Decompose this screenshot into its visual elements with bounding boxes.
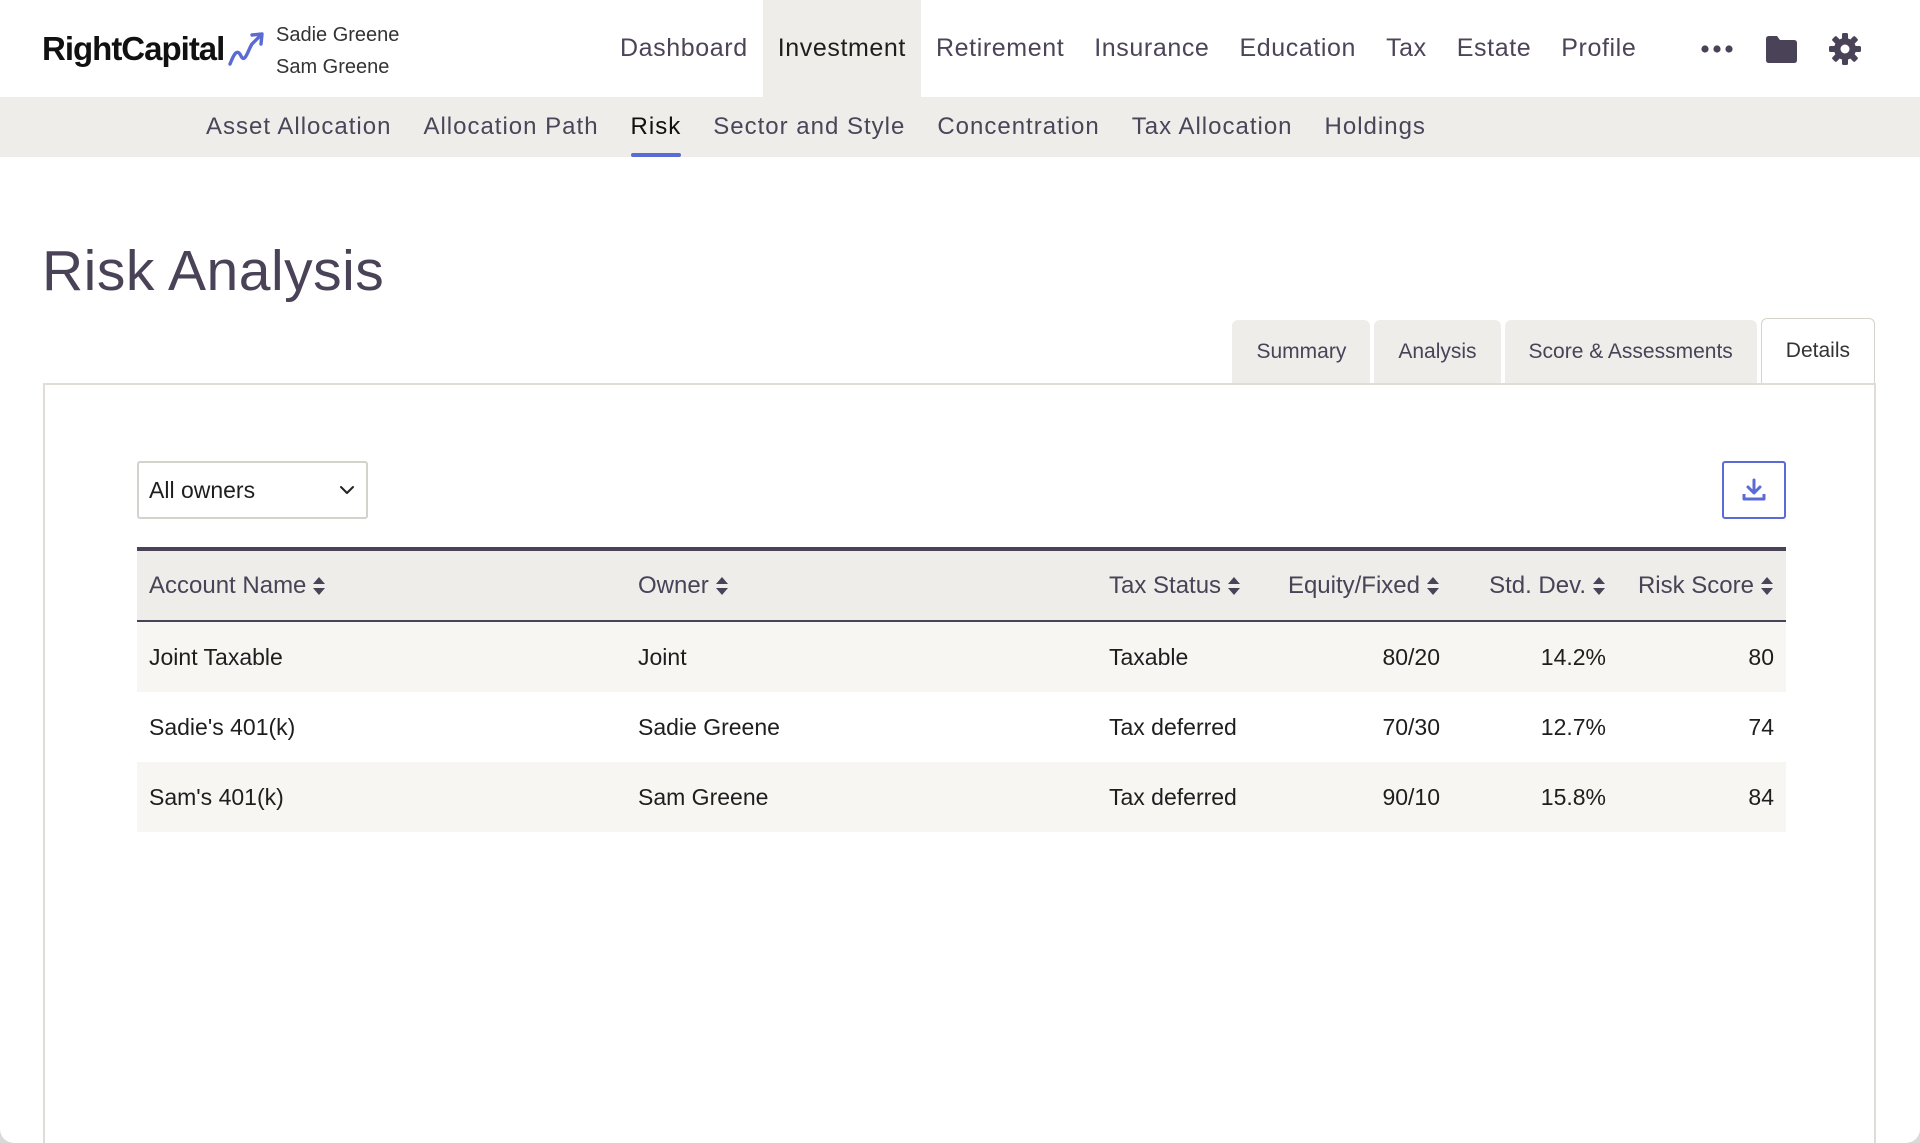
nav-profile[interactable]: Profile [1546,0,1651,97]
gear-icon[interactable] [1828,32,1862,66]
cell-std-dev: 15.8% [1540,783,1606,810]
cell-account-name: Joint Taxable [149,643,283,670]
table-row[interactable]: Sadie's 401(k) Sadie Greene Tax deferred… [137,692,1786,762]
column-label: Tax Status [1109,571,1222,599]
subnav-risk[interactable]: Risk [615,97,698,157]
logo-text: RightCapital [42,30,225,67]
column-label: Account Name [149,571,307,599]
cell-tax-status: Taxable [1109,643,1189,670]
table-row[interactable]: Sam's 401(k) Sam Greene Tax deferred 90/… [137,762,1786,832]
cell-std-dev: 12.7% [1540,713,1606,740]
client-name: Sadie Greene [276,24,400,46]
download-icon [1742,478,1766,501]
sort-icon [1760,576,1774,596]
column-header-risk-score[interactable]: Risk Score [1638,572,1774,600]
cell-risk-score: 80 [1748,643,1774,670]
sort-icon [715,576,729,596]
tab-summary[interactable]: Summary [1232,320,1371,384]
cell-risk-score: 74 [1748,713,1774,740]
nav-dashboard[interactable]: Dashboard [605,0,763,97]
cell-equity-fixed: 80/20 [1382,643,1440,670]
column-header-std-dev[interactable]: Std. Dev. [1489,572,1606,600]
subnav-asset-allocation[interactable]: Asset Allocation [190,97,407,157]
subnav-tax-allocation[interactable]: Tax Allocation [1116,97,1309,157]
main-nav: Dashboard Investment Retirement Insuranc… [605,0,1651,97]
sub-nav: Asset Allocation Allocation Path Risk Se… [0,97,1920,157]
subnav-concentration[interactable]: Concentration [921,97,1115,157]
cell-risk-score: 84 [1748,783,1774,810]
cell-tax-status: Tax deferred [1109,713,1237,740]
column-label: Owner [638,571,709,599]
download-button[interactable] [1722,461,1786,519]
folder-icon[interactable] [1764,34,1798,64]
rightcapital-logo[interactable]: RightCapital [42,30,268,68]
column-header-account-name[interactable]: Account Name [149,572,326,600]
nav-tax[interactable]: Tax [1371,0,1442,97]
sort-icon [1426,576,1440,596]
cell-std-dev: 14.2% [1540,643,1606,670]
nav-icon-group [1700,0,1862,97]
sort-icon [312,576,326,596]
more-icon[interactable] [1700,44,1734,54]
cell-account-name: Sam's 401(k) [149,783,284,810]
owner-filter-value: All owners [149,476,256,503]
nav-education[interactable]: Education [1224,0,1371,97]
view-tabs: Summary Analysis Score & Assessments Det… [1232,318,1875,384]
risk-details-table: Account Name Owner Tax Status Equity/Fix… [137,547,1786,832]
column-label: Risk Score [1637,571,1754,599]
cell-tax-status: Tax deferred [1109,783,1237,810]
app-window: RightCapital Sadie Greene Sam Greene Das… [0,0,1920,1143]
owner-filter-select[interactable]: All owners [137,461,368,519]
column-header-owner[interactable]: Owner [638,572,729,600]
nav-investment[interactable]: Investment [762,0,921,97]
table-header: Account Name Owner Tax Status Equity/Fix… [137,547,1786,622]
nav-insurance[interactable]: Insurance [1079,0,1224,97]
logo-arrow-icon [228,32,265,66]
cell-owner: Sam Greene [638,783,769,810]
sort-icon [1227,576,1241,596]
client-name: Sam Greene [276,56,390,78]
column-label: Equity/Fixed [1287,571,1420,599]
top-header: RightCapital Sadie Greene Sam Greene Das… [0,0,1920,97]
nav-retirement[interactable]: Retirement [921,0,1079,97]
column-label: Std. Dev. [1489,571,1586,599]
client-names: Sadie Greene Sam Greene [276,19,399,83]
subnav-allocation-path[interactable]: Allocation Path [407,97,614,157]
nav-estate[interactable]: Estate [1442,0,1546,97]
cell-owner: Sadie Greene [638,713,780,740]
cell-account-name: Sadie's 401(k) [149,713,296,740]
cell-equity-fixed: 90/10 [1382,783,1440,810]
column-header-tax-status[interactable]: Tax Status [1109,572,1241,600]
column-header-equity-fixed[interactable]: Equity/Fixed [1288,572,1440,600]
subnav-holdings[interactable]: Holdings [1309,97,1442,157]
details-panel: All owners Account Name Owner Tax Status… [43,383,1876,1143]
sort-icon [1592,576,1606,596]
tab-analysis[interactable]: Analysis [1374,320,1501,384]
cell-equity-fixed: 70/30 [1382,713,1440,740]
chevron-down-icon [340,486,354,494]
subnav-sector-and-style[interactable]: Sector and Style [697,97,921,157]
page-title: Risk Analysis [42,239,385,303]
table-row[interactable]: Joint Taxable Joint Taxable 80/20 14.2% … [137,622,1786,692]
tab-details[interactable]: Details [1760,318,1875,384]
cell-owner: Joint [638,643,687,670]
tab-score-assessments[interactable]: Score & Assessments [1504,320,1757,384]
